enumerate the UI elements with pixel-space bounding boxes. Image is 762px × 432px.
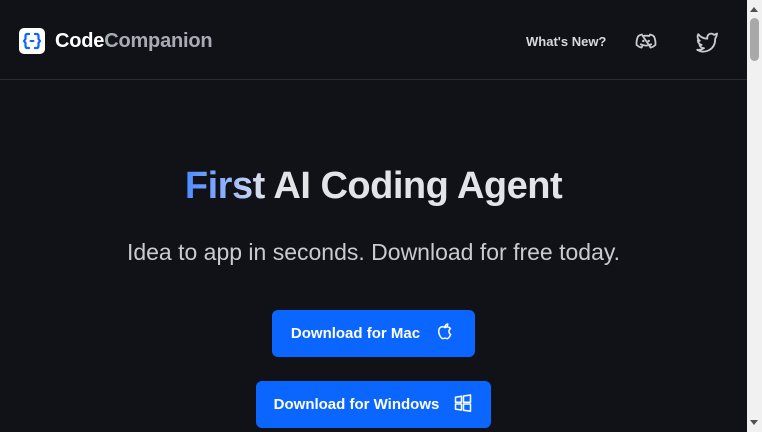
- bracket-logo-icon: [19, 28, 45, 54]
- discord-icon[interactable]: [634, 29, 658, 53]
- download-mac-button[interactable]: Download for Mac: [272, 310, 475, 357]
- download-mac-label: Download for Mac: [290, 325, 421, 342]
- headline-rest: AI Coding Agent: [264, 165, 563, 207]
- apple-icon: [434, 321, 456, 347]
- brand-name-companion: Companion: [104, 29, 213, 52]
- brand-name: CodeCompanion: [55, 29, 213, 53]
- hero-subheading: Idea to app in seconds. Download for fre…: [126, 239, 621, 265]
- download-windows-button[interactable]: Download for Windows: [256, 381, 491, 428]
- top-navigation: CodeCompanion What's New?: [0, 0, 747, 80]
- page: CodeCompanion What's New? First AI Codin…: [0, 0, 747, 432]
- scroll-up-arrow-icon[interactable]: [750, 7, 758, 12]
- brand-name-code: Code: [55, 29, 105, 52]
- whats-new-link[interactable]: What's New?: [526, 34, 606, 49]
- twitter-icon[interactable]: [695, 29, 719, 53]
- scroll-down-arrow-icon[interactable]: [750, 420, 758, 425]
- headline-highlight: First: [184, 165, 265, 207]
- download-windows-label: Download for Windows: [273, 396, 440, 413]
- brand-link[interactable]: CodeCompanion: [19, 28, 213, 54]
- windows-icon: [453, 393, 473, 417]
- vertical-scrollbar[interactable]: [747, 0, 762, 432]
- scrollbar-thumb[interactable]: [750, 18, 759, 61]
- hero-headline: First AI Coding Agent: [0, 165, 747, 208]
